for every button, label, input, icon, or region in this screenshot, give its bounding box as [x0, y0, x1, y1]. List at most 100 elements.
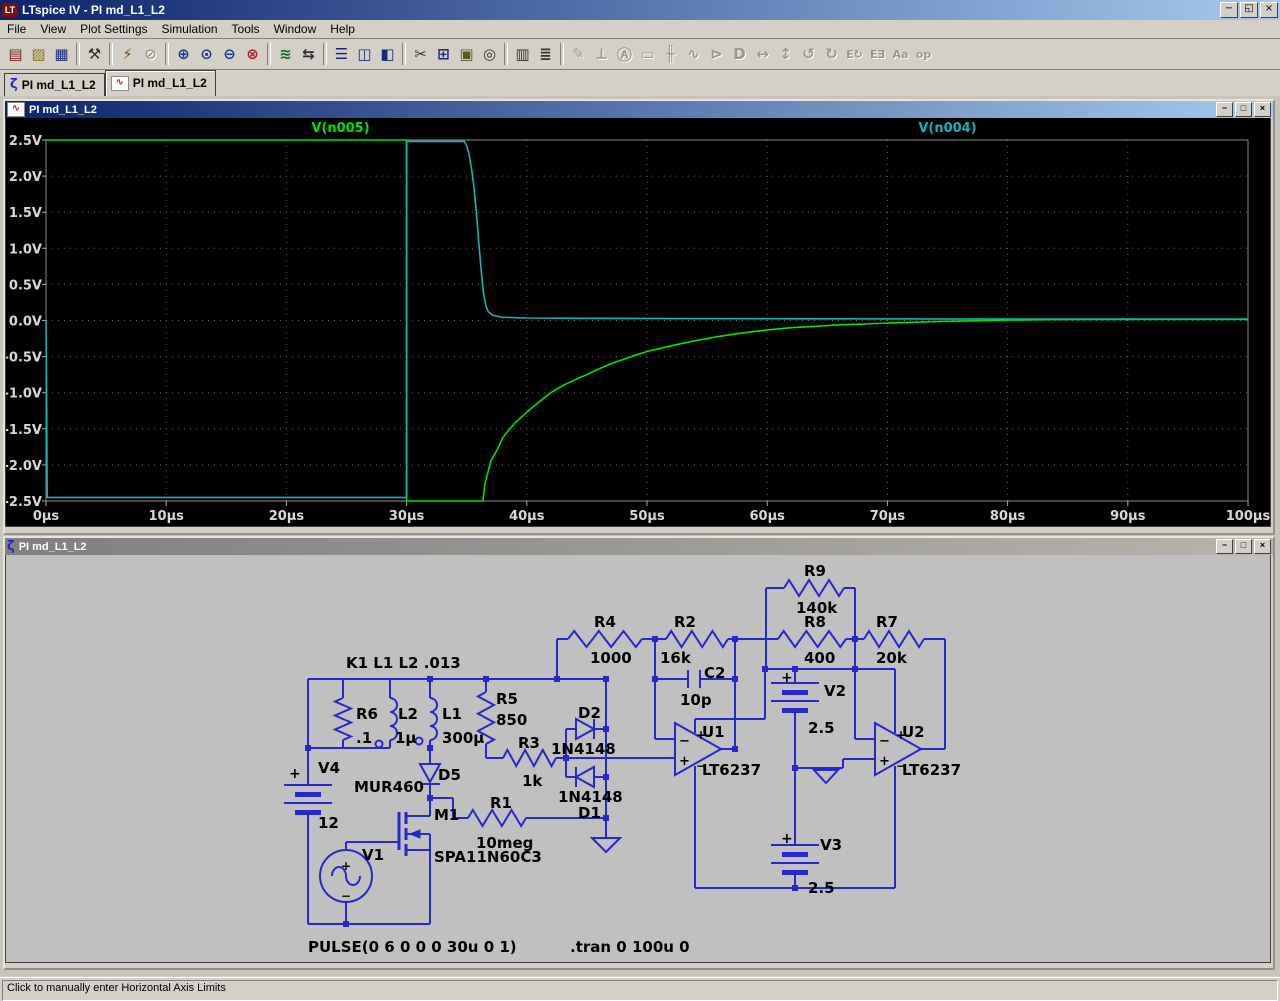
waveform-maximize-button[interactable]: □	[1235, 102, 1252, 117]
schematic-label: MUR460	[354, 778, 424, 796]
schematic-window-titlebar[interactable]: ζ PI md_L1_L2 − □ ×	[5, 538, 1273, 555]
autorange-y-axis-icon[interactable]: ≋	[274, 42, 297, 66]
y-tick-label: 2.5V	[9, 134, 42, 149]
trace-label-V(n004): V(n004)	[918, 121, 976, 136]
schematic-maximize-button[interactable]: □	[1235, 539, 1252, 554]
junction-dot	[852, 636, 858, 642]
menu-plot-settings[interactable]: Plot Settings	[73, 21, 154, 37]
schematic-label: +	[781, 831, 793, 847]
rotate-icon[interactable]: E↻	[843, 42, 866, 66]
new-schematic-icon[interactable]: ▤	[4, 42, 27, 66]
x-tick-label: 60µs	[749, 509, 785, 524]
control-panel-icon[interactable]: ⚒	[83, 42, 106, 66]
cascade-windows-icon[interactable]: ◫	[353, 42, 376, 66]
save-icon[interactable]: ▦	[50, 42, 73, 66]
ltspice-app: LT LTspice IV - PI md_L1_L2 − ◱ × FileVi…	[0, 0, 1280, 1000]
menu-tools[interactable]: Tools	[225, 21, 267, 37]
waveform-close-button[interactable]: ×	[1254, 102, 1271, 117]
x-tick-label: 70µs	[870, 509, 906, 524]
schematic-label: 10p	[680, 691, 712, 709]
schematic-label: +	[781, 670, 793, 686]
schematic-label: PULSE(0 6 0 0 0 30u 0 1)	[308, 938, 517, 956]
manual-axis-limits-icon[interactable]: ⇆	[297, 42, 320, 66]
app-close-button[interactable]: ×	[1260, 2, 1278, 18]
schematic-minimize-button[interactable]: −	[1216, 539, 1233, 554]
place-capacitor-icon[interactable]: ╫	[659, 42, 682, 66]
component-symbol	[468, 810, 526, 826]
tab-waveform[interactable]: ∿ PI md_L1_L2	[105, 70, 216, 96]
find-icon[interactable]: ◎	[478, 42, 501, 66]
junction-dot	[792, 765, 798, 771]
schematic-canvas[interactable]: K1 L1 L2 .013R6.1L21µL1300µR5850V412+MUR…	[6, 555, 1270, 962]
menu-window[interactable]: Window	[267, 21, 324, 37]
x-tick-label: 80µs	[990, 509, 1026, 524]
net-label-icon[interactable]: Ⓐ	[613, 42, 636, 66]
tile-vertically-icon[interactable]: ◧	[376, 42, 399, 66]
schematic-label: .tran 0 100u 0	[570, 938, 690, 956]
place-resistor-icon[interactable]: ▭	[636, 42, 659, 66]
paste-icon[interactable]: ▣	[455, 42, 478, 66]
schematic-label: 2.5	[808, 719, 835, 737]
junction-dot	[652, 676, 658, 682]
schematic-label: 400	[804, 649, 835, 667]
schematic-label: R7	[876, 613, 898, 631]
schematic-label: R6	[356, 705, 378, 723]
component-symbol	[568, 631, 642, 647]
place-component-icon[interactable]: D	[728, 42, 751, 66]
halt-simulation-icon[interactable]: ⊘	[139, 42, 162, 66]
mirror-icon[interactable]: EƎ	[866, 42, 889, 66]
run-simulation-icon[interactable]: ⚡	[116, 42, 139, 66]
schematic-label: −	[341, 889, 351, 903]
waveform-plot[interactable]: 0µs10µs20µs30µs40µs50µs60µs70µs80µs90µs1…	[6, 118, 1270, 526]
move-icon[interactable]: ↔	[751, 42, 774, 66]
app-titlebar: LT LTspice IV - PI md_L1_L2 − ◱ ×	[0, 0, 1280, 20]
schematic-close-button[interactable]: ×	[1254, 539, 1271, 554]
y-tick-label: -2.0V	[6, 459, 42, 474]
tile-horizontally-icon[interactable]: ☰	[330, 42, 353, 66]
schematic-label: −	[896, 759, 906, 773]
draw-wire-icon[interactable]: ✎	[567, 42, 590, 66]
menu-file[interactable]: File	[0, 21, 33, 37]
zoom-back-icon[interactable]: ⊗	[241, 42, 264, 66]
print-icon[interactable]: ≣	[534, 42, 557, 66]
zoom-out-icon[interactable]: ⊖	[218, 42, 241, 66]
open-file-icon[interactable]: ▨	[27, 42, 50, 66]
waveform-window-title: PI md_L1_L2	[29, 104, 1212, 116]
junction-dot	[732, 676, 738, 682]
component-symbol	[430, 698, 437, 740]
place-inductor-icon[interactable]: ∿	[682, 42, 705, 66]
junction-dot	[603, 726, 609, 732]
place-diode-icon[interactable]: ⊳	[705, 42, 728, 66]
y-tick-label: -1.5V	[6, 423, 42, 438]
menu-view[interactable]: View	[33, 21, 73, 37]
junction-dot	[732, 636, 738, 642]
y-tick-label: -0.5V	[6, 351, 42, 366]
cut-icon[interactable]: ✂	[409, 42, 432, 66]
undo-icon[interactable]: ↺	[797, 42, 820, 66]
print-preview-icon[interactable]: ▥	[511, 42, 534, 66]
redo-icon[interactable]: ↻	[820, 42, 843, 66]
menu-simulation[interactable]: Simulation	[155, 21, 225, 37]
place-ground-icon[interactable]: ⟂	[590, 42, 613, 66]
spice-directive-icon[interactable]: op	[912, 42, 935, 66]
component-symbol	[335, 698, 351, 740]
place-text-icon[interactable]: Aa	[889, 42, 912, 66]
drag-icon[interactable]: ↕	[774, 42, 797, 66]
schematic-label: LT6237	[702, 761, 761, 779]
tab-schematic[interactable]: ζ PI md_L1_L2	[4, 73, 105, 96]
waveform-minimize-button[interactable]: −	[1216, 102, 1233, 117]
waveform-window-titlebar[interactable]: ∿ PI md_L1_L2 − □ ×	[5, 101, 1273, 118]
app-minimize-button[interactable]: −	[1220, 2, 1238, 18]
schematic-canvas-area[interactable]: K1 L1 L2 .013R6.1L21µL1300µR5850V412+MUR…	[5, 555, 1271, 963]
zoom-in-icon[interactable]: ⊕	[172, 42, 195, 66]
schematic-label: 1µ	[395, 729, 416, 747]
waveform-plot-area[interactable]: 0µs10µs20µs30µs40µs50µs60µs70µs80µs90µs1…	[5, 118, 1271, 527]
app-restore-button[interactable]: ◱	[1240, 2, 1258, 18]
schematic-label: V1	[362, 846, 384, 864]
menu-help[interactable]: Help	[323, 21, 362, 37]
y-tick-label: -2.5V	[6, 495, 42, 510]
schematic-doc-icon: ζ	[10, 77, 18, 92]
copy-icon[interactable]: ⊞	[432, 42, 455, 66]
y-tick-label: -1.0V	[6, 387, 42, 402]
zoom-full-extents-icon[interactable]: ⊙	[195, 42, 218, 66]
